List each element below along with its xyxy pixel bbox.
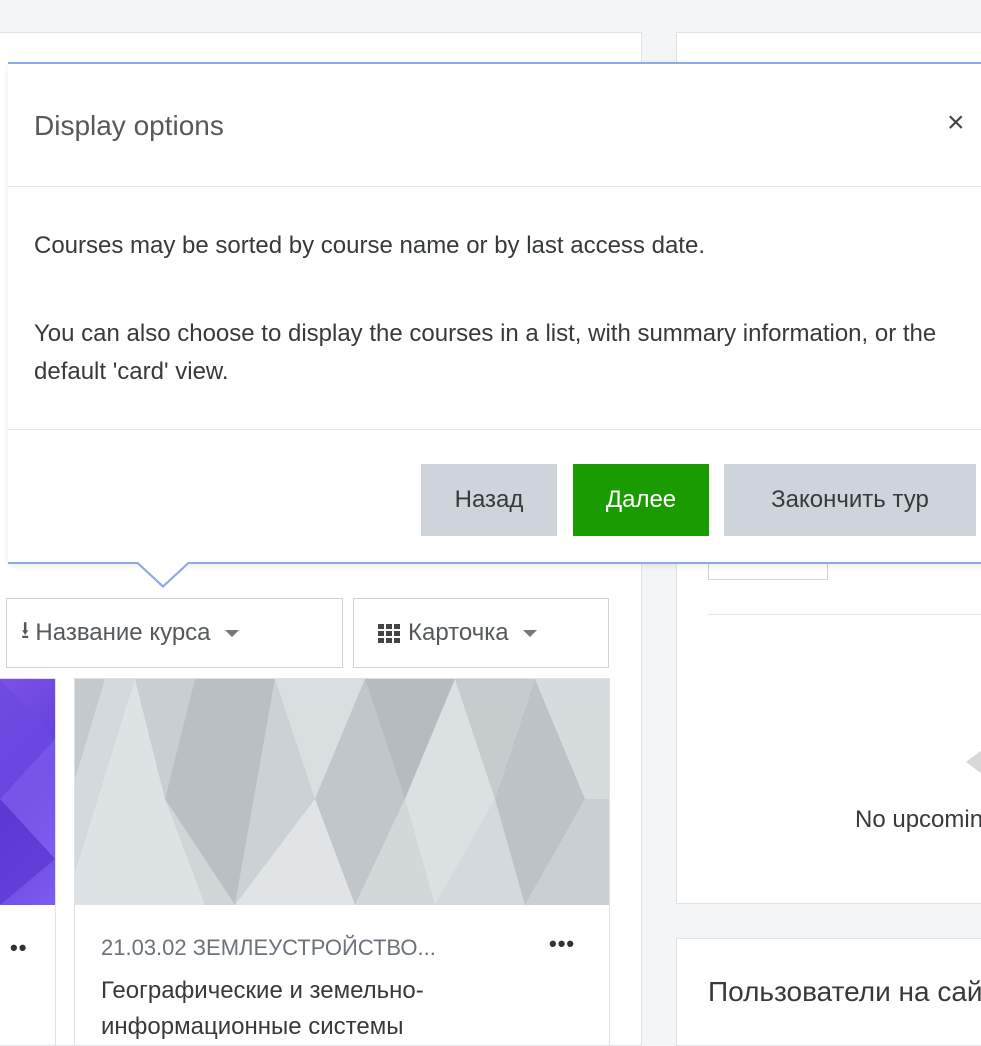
- online-users-heading: Пользователи на сайте: [708, 976, 981, 1007]
- course-pattern: [75, 679, 609, 905]
- end-tour-button[interactable]: Закончить тур: [724, 464, 976, 536]
- popover-arrow-fill: [137, 561, 189, 585]
- popover-title: Display options: [34, 110, 224, 141]
- course-card-image: [75, 679, 609, 905]
- popover-text-view: You can also choose to display the cours…: [34, 320, 937, 385]
- course-card[interactable]: 21.03.02 ЗЕМЛЕУСТРОЙСТВО... ••• Географи…: [74, 678, 610, 1046]
- course-title-link[interactable]: Географические и земельно-информационные…: [101, 973, 541, 1045]
- grid-icon: [378, 623, 400, 643]
- card-menu-icon[interactable]: ••: [10, 935, 27, 961]
- popover-text-sort: Courses may be sorted by course name or …: [34, 232, 705, 259]
- tour-popover: Display options × Courses may be sorted …: [8, 62, 981, 564]
- sort-icon: ⭳: [21, 616, 30, 644]
- next-button[interactable]: Далее: [573, 464, 709, 536]
- chevron-down-icon: [224, 629, 239, 637]
- course-card-partial[interactable]: ••: [0, 678, 56, 1046]
- empty-state-icon: [966, 750, 981, 774]
- sort-dropdown-label: Название курса: [35, 619, 211, 646]
- back-button[interactable]: Назад: [421, 464, 557, 536]
- course-pattern: [0, 679, 55, 905]
- card-menu-icon[interactable]: •••: [549, 931, 575, 957]
- chevron-down-icon: [522, 629, 537, 637]
- popover-header: Display options ×: [8, 64, 981, 187]
- close-icon[interactable]: ×: [947, 108, 965, 138]
- view-dropdown[interactable]: Карточка: [353, 598, 609, 668]
- divider: [708, 614, 981, 615]
- course-category: 21.03.02 ЗЕМЛЕУСТРОЙСТВО...: [101, 935, 436, 960]
- popover-footer: Назад Далее Закончить тур: [8, 430, 981, 560]
- course-card-image: [0, 679, 55, 905]
- no-upcoming-text: No upcoming activities due: [855, 806, 981, 833]
- popover-body: Courses may be sorted by course name or …: [8, 187, 981, 430]
- sort-dropdown[interactable]: ⭳ Название курса: [6, 598, 343, 668]
- view-dropdown-label: Карточка: [408, 619, 509, 646]
